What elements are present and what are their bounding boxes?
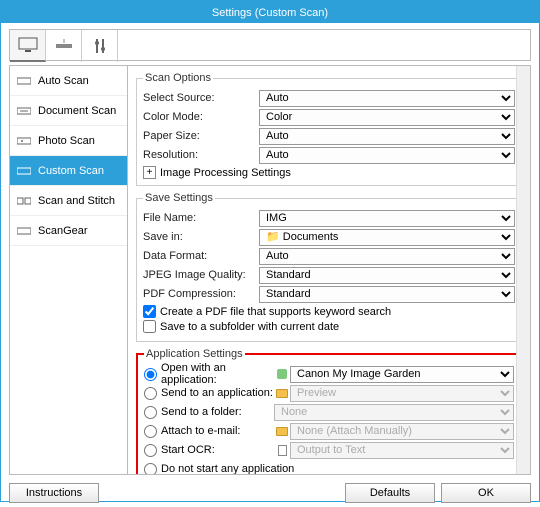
pdf-compression-dropdown[interactable]: Standard	[259, 286, 515, 303]
top-toolbar	[9, 29, 531, 61]
paper-size-label: Paper Size:	[143, 130, 259, 142]
data-format-label: Data Format:	[143, 250, 259, 262]
sidebar-item-label: ScanGear	[38, 225, 88, 237]
start-ocr-dropdown[interactable]: Output to Text	[290, 442, 514, 459]
plus-icon: +	[143, 166, 156, 179]
open-with-dropdown[interactable]: Canon My Image Garden	[290, 366, 514, 383]
select-source-label: Select Source:	[143, 92, 259, 104]
preview-icon	[274, 389, 290, 398]
application-settings-group: Application Settings Open with an applic…	[136, 348, 522, 475]
keyword-search-label: Create a PDF file that supports keyword …	[160, 306, 391, 318]
sidebar-item-scan-and-stitch[interactable]: Scan and Stitch	[10, 186, 127, 216]
resolution-dropdown[interactable]: Auto	[259, 147, 515, 164]
paper-size-dropdown[interactable]: Auto	[259, 128, 515, 145]
text-icon	[274, 445, 290, 456]
application-settings-legend: Application Settings	[144, 348, 245, 360]
sidebar: Auto Scan Document Scan Photo Scan Custo…	[9, 65, 127, 475]
jpeg-quality-label: JPEG Image Quality:	[143, 269, 259, 281]
file-name-field[interactable]: IMG	[259, 210, 515, 227]
send-folder-label: Send to a folder:	[161, 406, 242, 418]
tab-general-settings[interactable]	[82, 30, 118, 62]
send-app-radio[interactable]	[144, 387, 157, 400]
save-in-label: Save in:	[143, 231, 259, 243]
attach-email-dropdown[interactable]: None (Attach Manually)	[290, 423, 514, 440]
attach-email-radio[interactable]	[144, 425, 157, 438]
jpeg-quality-dropdown[interactable]: Standard	[259, 267, 515, 284]
sliders-icon	[92, 37, 108, 55]
window-title: Settings (Custom Scan)	[212, 7, 328, 19]
attach-email-label: Attach to e-mail:	[161, 425, 240, 437]
sidebar-item-label: Photo Scan	[38, 135, 95, 147]
scrollbar[interactable]	[516, 66, 530, 474]
send-folder-radio[interactable]	[144, 406, 157, 419]
do-not-start-label: Do not start any application	[161, 463, 294, 475]
color-mode-label: Color Mode:	[143, 111, 259, 123]
sidebar-item-auto-scan[interactable]: Auto Scan	[10, 66, 127, 96]
save-settings-group: Save Settings File Name:IMG Save in:📁 Do…	[136, 192, 522, 342]
document-scan-icon	[16, 105, 32, 117]
sidebar-item-label: Auto Scan	[38, 75, 89, 87]
color-mode-dropdown[interactable]: Color	[259, 109, 515, 126]
send-folder-dropdown[interactable]: None	[274, 404, 514, 421]
sidebar-item-photo-scan[interactable]: Photo Scan	[10, 126, 127, 156]
instructions-button[interactable]: Instructions	[9, 483, 99, 503]
start-ocr-radio[interactable]	[144, 444, 157, 457]
subfolder-label: Save to a subfolder with current date	[160, 321, 339, 333]
footer: Instructions Defaults OK	[1, 479, 539, 507]
photo-scan-icon	[16, 135, 32, 147]
send-app-label: Send to an application:	[161, 387, 273, 399]
sidebar-item-scangear[interactable]: ScanGear	[10, 216, 127, 246]
main-panel: Scan Options Select Source:Auto Color Mo…	[127, 65, 531, 475]
monitor-icon	[18, 37, 38, 53]
sidebar-item-label: Scan and Stitch	[38, 195, 115, 207]
titlebar: Settings (Custom Scan)	[1, 1, 539, 23]
image-processing-expand[interactable]: + Image Processing Settings	[143, 166, 515, 179]
app-icon	[274, 369, 290, 379]
save-settings-legend: Save Settings	[143, 192, 215, 204]
tab-scan-from-computer[interactable]	[10, 30, 46, 62]
stitch-icon	[16, 195, 32, 207]
subfolder-checkbox[interactable]	[143, 320, 156, 333]
sidebar-item-label: Custom Scan	[38, 165, 104, 177]
email-icon	[274, 427, 290, 436]
sidebar-item-label: Document Scan	[38, 105, 116, 117]
image-processing-label: Image Processing Settings	[160, 167, 291, 179]
scan-options-group: Scan Options Select Source:Auto Color Mo…	[136, 72, 522, 186]
tab-scan-from-panel[interactable]	[46, 30, 82, 62]
custom-scan-icon	[16, 165, 32, 177]
defaults-button[interactable]: Defaults	[345, 483, 435, 503]
auto-scan-icon	[16, 75, 32, 87]
select-source-dropdown[interactable]: Auto	[259, 90, 515, 107]
start-ocr-label: Start OCR:	[161, 444, 215, 456]
scanner-icon	[54, 39, 74, 53]
save-in-dropdown[interactable]: 📁 Documents	[259, 229, 515, 246]
pdf-compression-label: PDF Compression:	[143, 288, 259, 300]
sidebar-item-document-scan[interactable]: Document Scan	[10, 96, 127, 126]
open-with-radio[interactable]	[144, 368, 157, 381]
sidebar-item-custom-scan[interactable]: Custom Scan	[10, 156, 127, 186]
keyword-search-checkbox[interactable]	[143, 305, 156, 318]
send-app-dropdown[interactable]: Preview	[290, 385, 514, 402]
ok-button[interactable]: OK	[441, 483, 531, 503]
file-name-label: File Name:	[143, 212, 259, 224]
settings-window: Settings (Custom Scan) Auto Scan Documen…	[0, 0, 540, 502]
scan-options-legend: Scan Options	[143, 72, 213, 84]
do-not-start-radio[interactable]	[144, 463, 157, 476]
open-with-label: Open with an application:	[161, 362, 274, 386]
resolution-label: Resolution:	[143, 149, 259, 161]
data-format-dropdown[interactable]: Auto	[259, 248, 515, 265]
scangear-icon	[16, 225, 32, 237]
